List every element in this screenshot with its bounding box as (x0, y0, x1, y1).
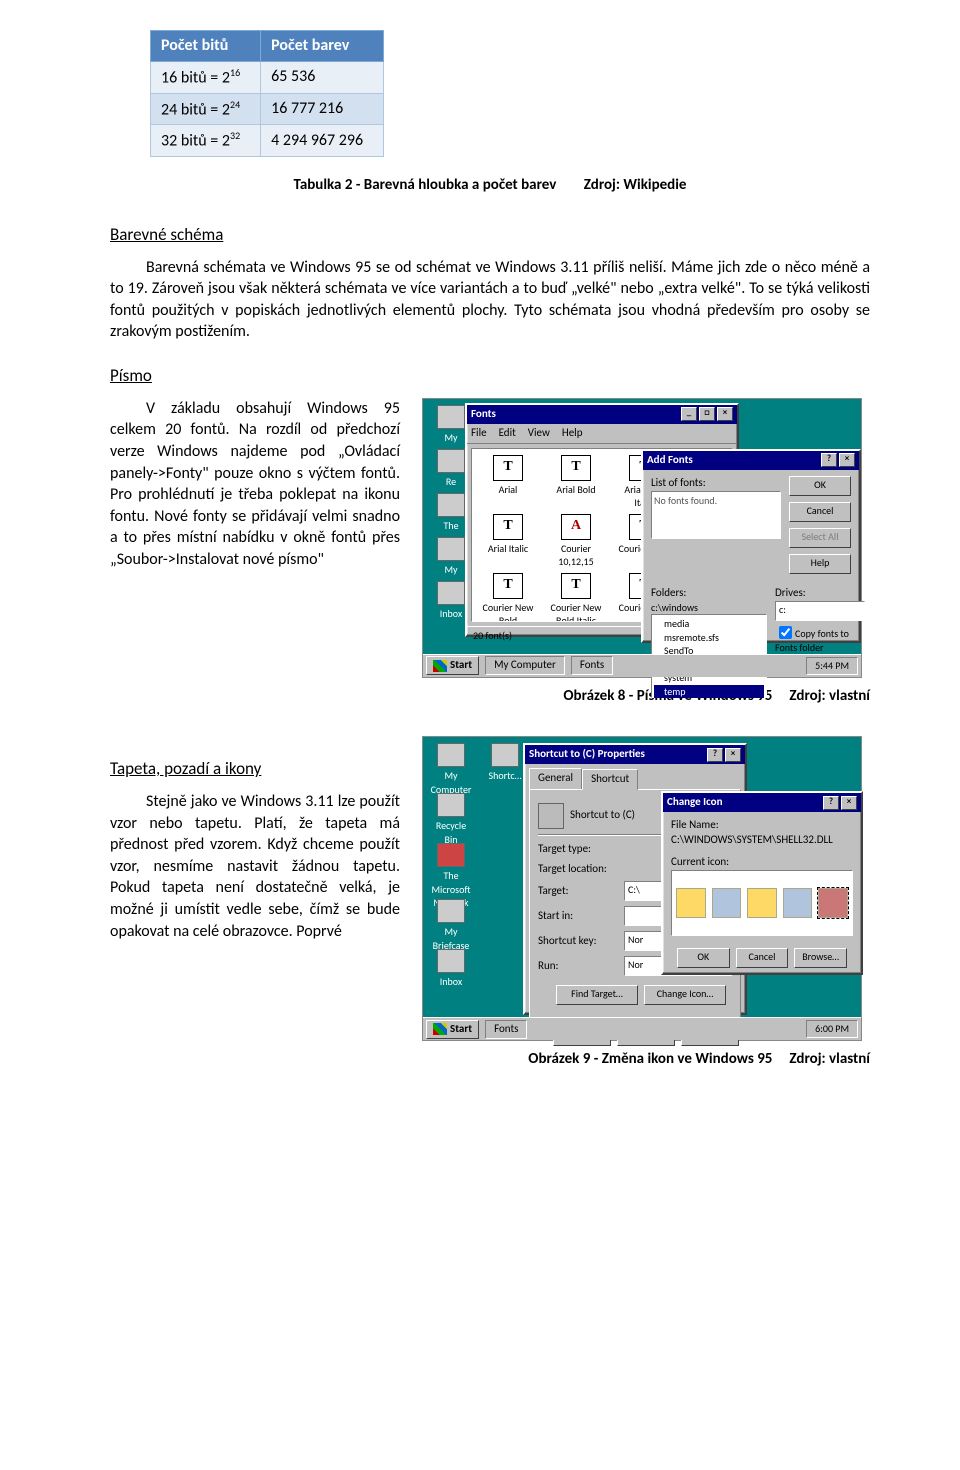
table-row: 16 bitů = 216 65 536 (151, 61, 384, 93)
file-name-label: File Name: (671, 818, 853, 833)
close-button[interactable]: × (839, 453, 855, 467)
table-caption-source: Zdroj: Wikipedie (584, 175, 687, 195)
font-item[interactable]: TArial (478, 455, 538, 510)
table-row: 24 bitů = 224 16 777 216 (151, 93, 384, 125)
help-icon[interactable]: ? (823, 796, 839, 810)
figure2-caption: Obrázek 9 - Změna ikon ve Windows 95 (528, 1050, 772, 1068)
desktop-icon[interactable]: My Briefcase (429, 899, 473, 952)
tree-item[interactable]: temp (654, 685, 764, 699)
add-fonts-title: Add Fonts (647, 453, 693, 468)
cancel-button[interactable]: Cancel (736, 948, 789, 968)
target-location-label: Target location: (538, 862, 618, 877)
para-fonts: V základu obsahují Windows 95 celkem 20 … (110, 398, 400, 571)
change-icon-dialog[interactable]: Change Icon ?× File Name: C:\WINDOWS\SYS… (661, 791, 863, 975)
tab-general[interactable]: General (529, 768, 582, 789)
table-caption: Tabulka 2 - Barevná hloubka a počet bare… (294, 176, 557, 194)
figure2-source: Zdroj: vlastní (789, 1050, 870, 1068)
fonts-listbox[interactable]: No fonts found. (651, 491, 781, 539)
menubar: File Edit View Help (467, 424, 737, 444)
taskbar-button[interactable]: My Computer (485, 656, 565, 675)
taskbar-button[interactable]: Fonts (571, 656, 613, 675)
system-icon[interactable] (783, 888, 813, 918)
folders-label: Folders: (651, 586, 767, 601)
taskbar-clock: 6:00 PM (806, 1020, 858, 1038)
browse-button[interactable]: Browse… (794, 948, 847, 968)
fonts-window-title: Fonts (471, 407, 496, 422)
screenshot-change-icon: My Computer Recycle Bin The Microsoft Ne… (422, 736, 862, 1041)
taskbar-button[interactable]: Fonts (485, 1020, 527, 1039)
windows-flag-icon (433, 1023, 447, 1035)
shortcut-preview-icon (538, 803, 564, 829)
close-button[interactable]: × (841, 796, 857, 810)
heading-barevne-schema: Barevné schéma (110, 224, 870, 247)
run-label: Run: (538, 959, 618, 974)
tree-item[interactable]: media (654, 617, 764, 631)
menu-help[interactable]: Help (562, 426, 583, 441)
drive-select[interactable]: c: (775, 601, 865, 621)
status-text: 20 font(s) (473, 629, 512, 643)
target-type-label: Target type: (538, 842, 618, 857)
para-scheme: Barevná schémata ve Windows 95 se od sch… (110, 257, 870, 343)
screenshot-fonts: My Re The My Inbox Fonts _ □ × File Edit (422, 398, 862, 678)
windows-flag-icon (433, 660, 447, 672)
start-button[interactable]: Start (426, 656, 479, 675)
folder-icon[interactable] (676, 888, 706, 918)
shortcut-key-label: Shortcut key: (538, 934, 618, 949)
desktop-icon[interactable]: Recycle Bin (429, 793, 473, 846)
font-item[interactable]: TArial Bold (546, 455, 606, 510)
copy-fonts-checkbox[interactable]: Copy fonts to Fonts folder (775, 627, 849, 655)
desktop-icon[interactable]: Inbox (429, 949, 473, 989)
heading-pismo: Písmo (110, 365, 870, 388)
th-colors: Počet barev (261, 31, 384, 62)
help-icon[interactable]: ? (707, 748, 723, 762)
menu-view[interactable]: View (528, 426, 550, 441)
folders-path: c:\windows (651, 601, 767, 615)
font-item[interactable]: TCourier New Bold (478, 573, 538, 622)
close-button[interactable]: × (725, 748, 741, 762)
help-button[interactable]: Help (789, 554, 851, 574)
change-icon-title: Change Icon (667, 795, 722, 810)
minimize-button[interactable]: _ (681, 407, 697, 421)
heading-tapeta: Tapeta, pozadí a ikony (110, 758, 400, 781)
taskbar: Start Fonts 6:00 PM (423, 1017, 861, 1040)
folder-open-icon[interactable] (747, 888, 777, 918)
start-in-label: Start in: (538, 909, 618, 924)
file-name-input[interactable]: C:\WINDOWS\SYSTEM\SHELL32.DLL (671, 833, 853, 849)
current-icon-label: Current icon: (671, 855, 853, 870)
properties-title: Shortcut to (C) Properties (529, 747, 645, 762)
drive-icon[interactable] (818, 888, 848, 918)
font-item[interactable]: ACourier 10,12,15 (546, 514, 606, 569)
list-of-fonts-label: List of fonts: (651, 476, 781, 491)
select-all-button[interactable]: Select All (789, 528, 851, 548)
tree-item[interactable]: msremote.sfs (654, 631, 764, 645)
table-row: 32 bitů = 232 4 294 967 296 (151, 125, 384, 157)
th-bits: Počet bitů (151, 31, 261, 62)
find-target-button[interactable]: Find Target… (556, 985, 638, 1005)
taskbar: Start My Computer Fonts 5:44 PM (423, 654, 861, 677)
cancel-button[interactable]: Cancel (789, 502, 851, 522)
change-icon-button[interactable]: Change Icon… (644, 985, 726, 1005)
ok-button[interactable]: OK (789, 476, 851, 496)
shortcut-name: Shortcut to (C) (570, 808, 635, 823)
start-button[interactable]: Start (426, 1020, 479, 1039)
add-fonts-dialog[interactable]: Add Fonts ? × List of fonts: No fonts fo… (641, 449, 861, 643)
shortcut-icon[interactable]: Shortc… (483, 743, 527, 783)
font-item[interactable]: TArial Italic (478, 514, 538, 569)
tab-shortcut[interactable]: Shortcut (582, 769, 638, 790)
icon-picker[interactable] (671, 870, 853, 936)
menu-edit[interactable]: Edit (499, 426, 516, 441)
help-icon[interactable]: ? (821, 453, 837, 467)
font-item[interactable]: TCourier New Bold Italic (546, 573, 606, 622)
close-button[interactable]: × (717, 407, 733, 421)
menu-file[interactable]: File (471, 426, 487, 441)
desktop-icon[interactable]: My Computer (429, 743, 473, 796)
para-wallpaper: Stejně jako ve Windows 3.11 lze použít v… (110, 791, 400, 942)
drives-label: Drives: (775, 586, 865, 601)
maximize-button[interactable]: □ (699, 407, 715, 421)
taskbar-clock: 5:44 PM (806, 657, 858, 675)
document-icon[interactable] (712, 888, 742, 918)
ok-button[interactable]: OK (677, 948, 730, 968)
bits-table: Počet bitů Počet barev 16 bitů = 216 65 … (150, 30, 384, 157)
target-label: Target: (538, 884, 618, 899)
